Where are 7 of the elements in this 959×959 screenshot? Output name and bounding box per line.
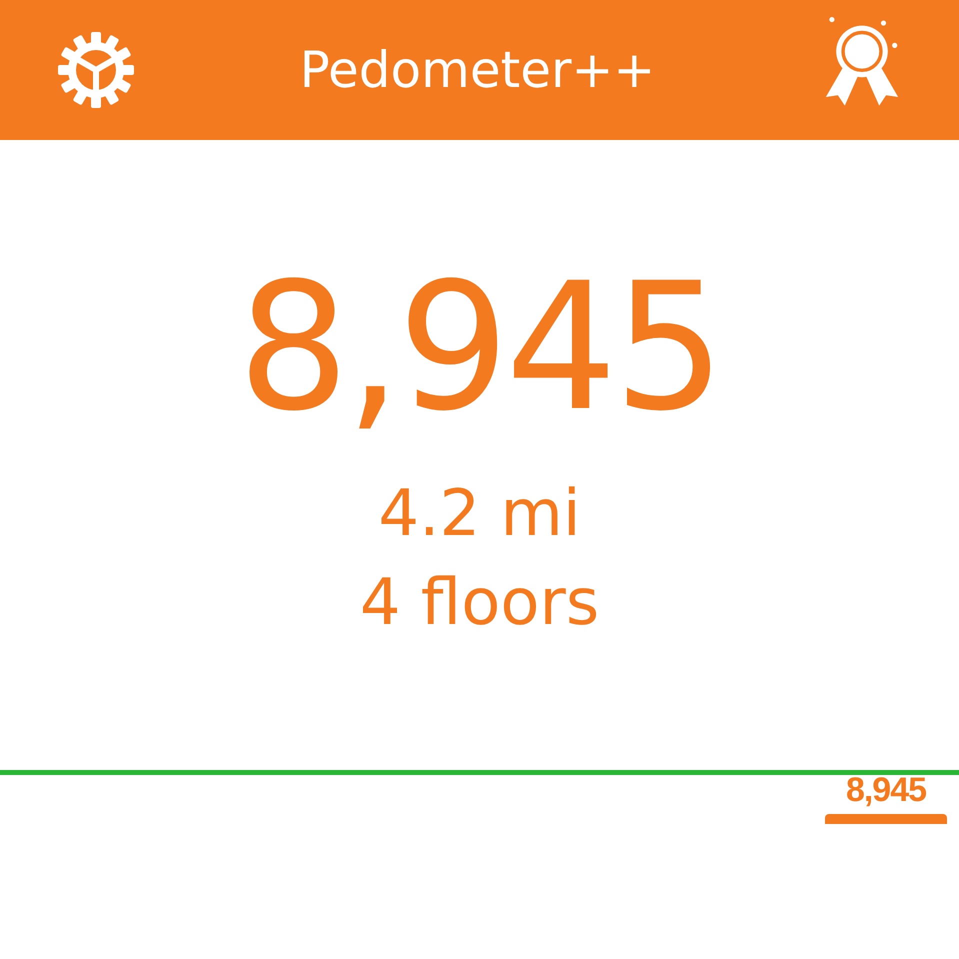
app-title: Pedometer++ — [300, 41, 656, 99]
step-bar[interactable] — [825, 814, 947, 824]
floors-text: 4 floors — [360, 564, 600, 642]
settings-icon[interactable] — [56, 30, 136, 110]
step-count: 8,945 — [238, 260, 722, 436]
distance-text: 4.2 mi — [378, 476, 581, 553]
bar-label: 8,945 — [846, 770, 926, 810]
